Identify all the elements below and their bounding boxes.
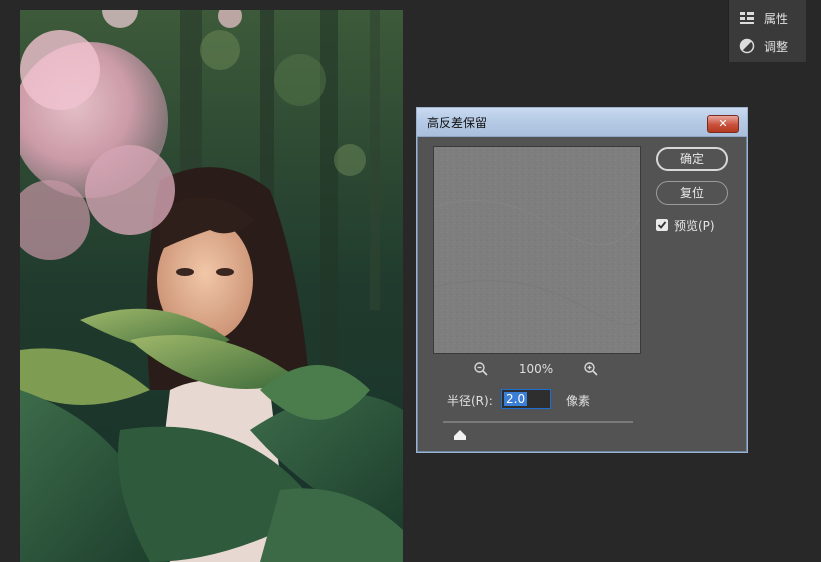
- high-pass-dialog: 高反差保留 ✕ 100% 半径(R): 2.0 像素 确定 复位 预览(P): [416, 107, 748, 453]
- radius-slider-thumb[interactable]: [454, 425, 466, 440]
- properties-panel-tab[interactable]: 属性: [739, 8, 788, 28]
- preview-checkbox-row[interactable]: 预览(P): [656, 217, 715, 233]
- radius-value: 2.0: [504, 392, 528, 406]
- properties-label: 属性: [764, 11, 789, 26]
- dialog-body: 100% 半径(R): 2.0 像素 确定 复位 预览(P): [423, 137, 741, 446]
- filter-preview[interactable]: [433, 146, 643, 354]
- checkmark-icon: [657, 221, 667, 229]
- side-panel: 属性 调整: [728, 0, 806, 62]
- zoom-controls: 100%: [433, 361, 639, 379]
- radius-input[interactable]: 2.0: [501, 389, 551, 409]
- adjustments-icon: [739, 38, 755, 54]
- preview-texture: [433, 147, 643, 353]
- zoom-in-icon[interactable]: [583, 361, 599, 377]
- preview-checkbox[interactable]: [656, 219, 668, 231]
- ok-button-label: 确定: [679, 152, 704, 166]
- radius-unit: 像素: [566, 394, 591, 408]
- dialog-title-bar[interactable]: 高反差保留 ✕: [417, 108, 747, 137]
- reset-button[interactable]: 复位: [656, 181, 728, 205]
- close-button[interactable]: ✕: [707, 115, 739, 133]
- close-icon: ✕: [718, 117, 728, 130]
- zoom-out-icon[interactable]: [473, 361, 489, 377]
- ok-button[interactable]: 确定: [656, 147, 728, 171]
- zoom-level: 100%: [518, 362, 554, 376]
- adjustments-label: 调整: [764, 39, 789, 54]
- portrait-photo: [20, 10, 403, 562]
- radius-label: 半径(R):: [447, 394, 493, 408]
- adjustments-panel-tab[interactable]: 调整: [739, 36, 788, 56]
- preview-label: 预览(P): [674, 218, 715, 233]
- photoshop-workspace: 属性 调整 高反差保留 ✕ 100% 半径(R): 2.0 像素 确定 复位 预…: [0, 0, 821, 562]
- document-canvas[interactable]: [20, 10, 403, 562]
- dialog-title: 高反差保留: [427, 116, 488, 130]
- radius-slider-track[interactable]: [443, 421, 633, 423]
- reset-button-label: 复位: [679, 186, 704, 200]
- properties-icon: [739, 10, 755, 26]
